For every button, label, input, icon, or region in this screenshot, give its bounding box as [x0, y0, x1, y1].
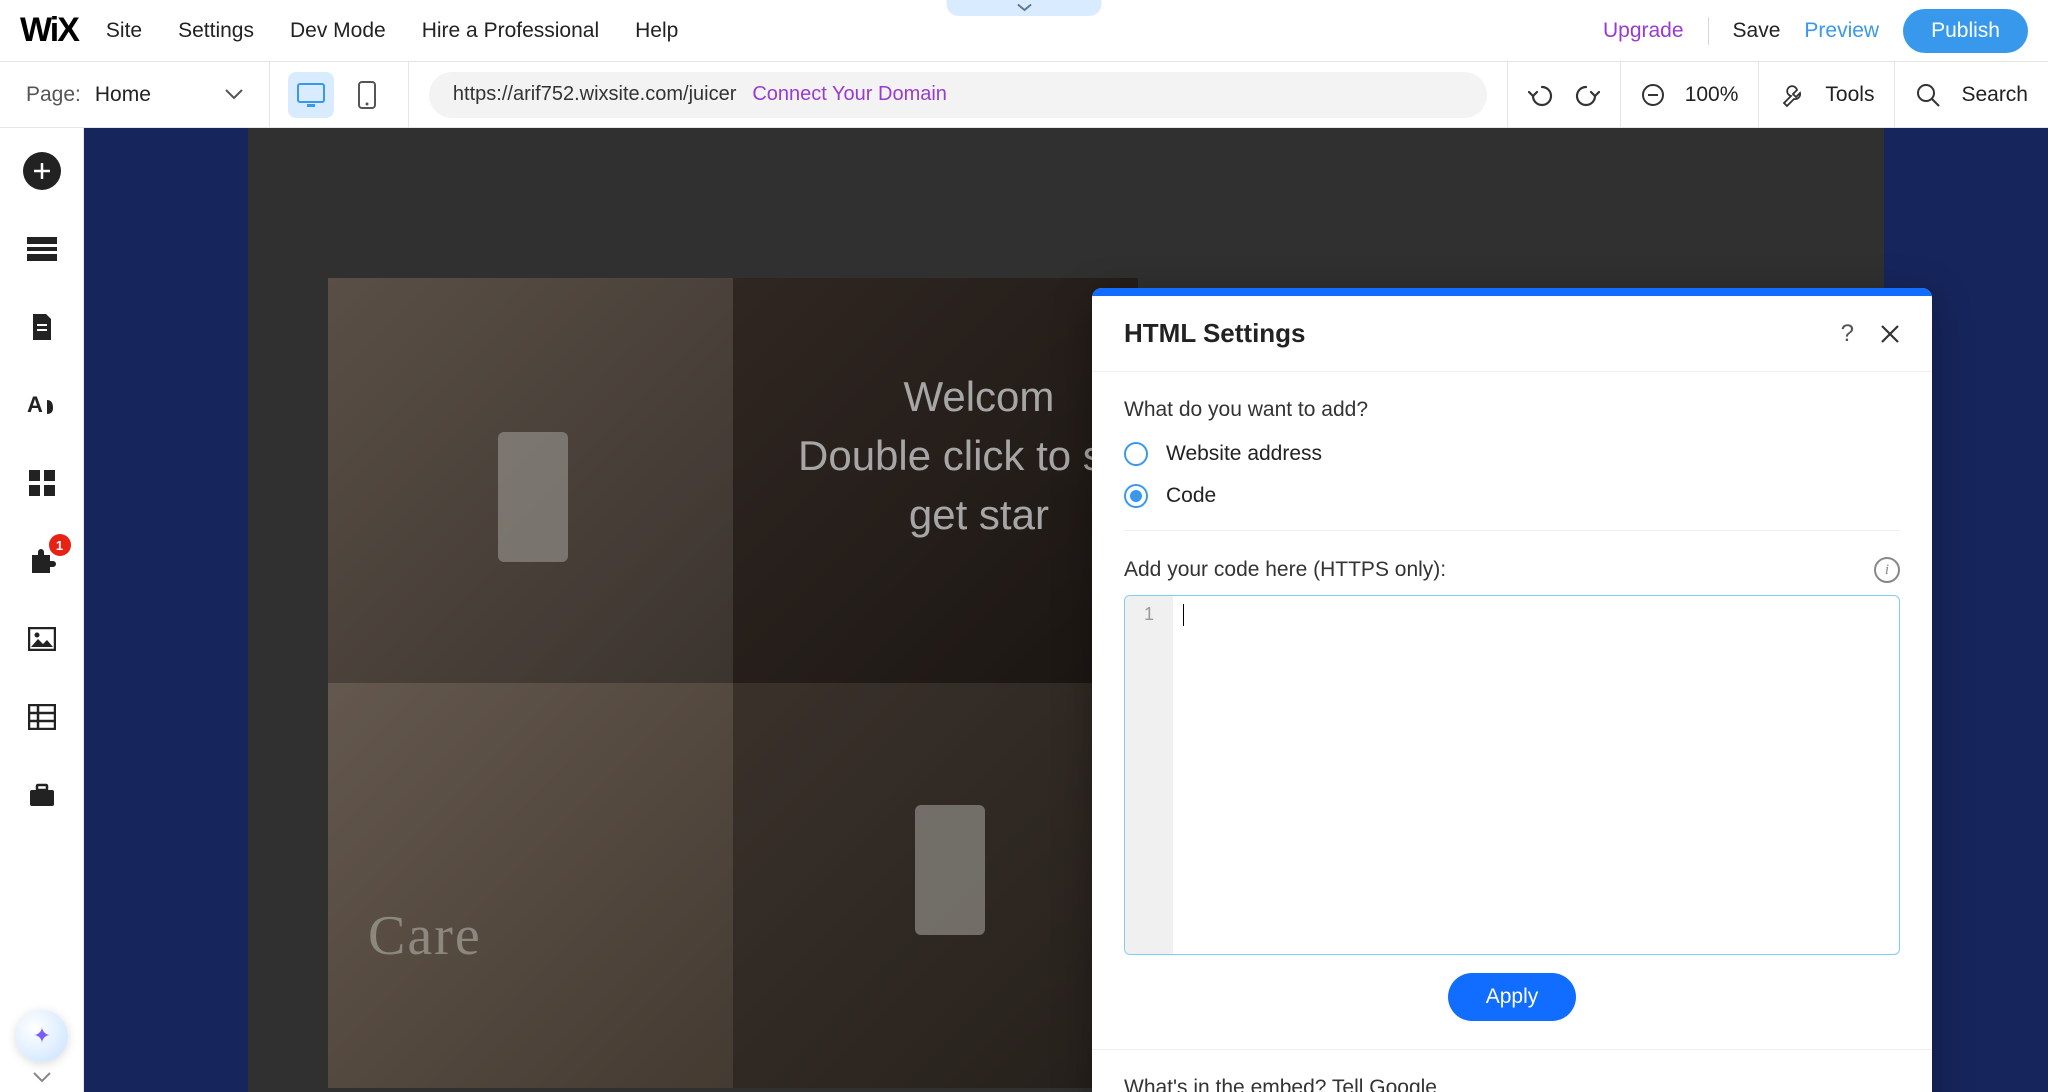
image-icon [28, 627, 56, 651]
help-icon[interactable]: ? [1841, 320, 1854, 348]
code-textarea[interactable] [1173, 596, 1899, 954]
divider [1708, 17, 1709, 45]
preview-button[interactable]: Preview [1804, 19, 1879, 43]
page-icon [30, 312, 54, 342]
sections-button[interactable] [23, 230, 61, 268]
main-menu: Site Settings Dev Mode Hire a Profession… [106, 19, 678, 43]
divider [1124, 530, 1900, 531]
pages-button[interactable] [23, 308, 61, 346]
device-switch [270, 62, 409, 127]
media-button[interactable] [23, 620, 61, 658]
panel-title: HTML Settings [1124, 318, 1306, 349]
panel-header: HTML Settings ? [1092, 296, 1932, 372]
svg-text:A: A [27, 392, 43, 417]
apply-button[interactable]: Apply [1448, 973, 1577, 1021]
menu-dev-mode[interactable]: Dev Mode [290, 19, 386, 43]
html-settings-panel: HTML Settings ? What do you want to add?… [1092, 288, 1932, 1092]
close-icon[interactable] [1880, 324, 1900, 344]
divider [1092, 1049, 1932, 1050]
window-notch[interactable] [947, 0, 1102, 16]
connect-domain-link[interactable]: Connect Your Domain [752, 83, 947, 106]
collapse-sidebar-icon[interactable] [0, 1062, 84, 1092]
mobile-view-button[interactable] [344, 72, 390, 118]
search-icon [1915, 82, 1941, 108]
page-selector[interactable]: Page: Home [0, 62, 270, 127]
wrench-icon [1779, 82, 1805, 108]
page-name: Home [95, 83, 151, 107]
radio-icon-selected [1124, 484, 1148, 508]
radio-label-url: Website address [1166, 442, 1322, 466]
code-editor[interactable]: 1 [1124, 595, 1900, 955]
app-market-button[interactable]: 1 [23, 542, 61, 580]
editor-toolbar: Page: Home https://arif752.wixsite.com/j… [0, 62, 2048, 128]
desktop-view-button[interactable] [288, 72, 334, 118]
search-label: Search [1961, 83, 2028, 107]
menu-help[interactable]: Help [635, 19, 678, 43]
search-button[interactable]: Search [1894, 62, 2048, 127]
menu-settings[interactable]: Settings [178, 19, 254, 43]
zoom-value: 100% [1685, 83, 1739, 107]
url-bar[interactable]: https://arif752.wixsite.com/juicer Conne… [429, 72, 1487, 118]
business-button[interactable] [23, 776, 61, 814]
code-label: Add your code here (HTTPS only): [1124, 558, 1446, 582]
notification-badge: 1 [49, 534, 71, 556]
wix-logo[interactable]: WiX [20, 11, 78, 50]
tools-label: Tools [1825, 83, 1874, 107]
save-button[interactable]: Save [1733, 19, 1781, 43]
ai-assistant-button[interactable] [16, 1010, 68, 1062]
add-element-button[interactable] [23, 152, 61, 190]
line-gutter: 1 [1125, 596, 1173, 954]
sections-icon [27, 237, 57, 261]
menu-site[interactable]: Site [106, 19, 142, 43]
undo-redo-group [1507, 62, 1620, 127]
menu-hire[interactable]: Hire a Professional [422, 19, 599, 43]
apps-grid-button[interactable] [23, 464, 61, 502]
plus-icon [23, 152, 61, 190]
site-url: https://arif752.wixsite.com/juicer [453, 83, 736, 106]
zoom-control[interactable]: 100% [1620, 62, 1759, 127]
left-sidebar: A 1 [0, 128, 84, 1092]
undo-icon[interactable] [1528, 83, 1554, 107]
upgrade-link[interactable]: Upgrade [1603, 19, 1684, 43]
info-icon[interactable]: i [1874, 557, 1900, 583]
publish-button[interactable]: Publish [1903, 9, 2028, 53]
zoom-out-icon [1641, 83, 1665, 107]
redo-icon[interactable] [1574, 83, 1600, 107]
design-button[interactable]: A [23, 386, 61, 424]
cms-button[interactable] [23, 698, 61, 736]
grid-icon [29, 470, 55, 496]
line-number: 1 [1125, 604, 1173, 625]
briefcase-icon [28, 782, 56, 808]
tools-button[interactable]: Tools [1758, 62, 1894, 127]
page-label: Page: [26, 83, 81, 107]
radio-label-code: Code [1166, 484, 1216, 508]
table-icon [28, 704, 56, 730]
design-icon: A [27, 390, 57, 420]
radio-icon [1124, 442, 1148, 466]
workspace: A 1 Care [0, 128, 2048, 1092]
panel-body: What do you want to add? Website address… [1092, 372, 1932, 1092]
chevron-down-icon [225, 89, 243, 100]
radio-website-address[interactable]: Website address [1124, 442, 1900, 466]
add-prompt: What do you want to add? [1124, 398, 1900, 422]
panel-accent-bar [1092, 288, 1932, 296]
embed-question: What's in the embed? Tell Google [1124, 1076, 1900, 1092]
radio-code[interactable]: Code [1124, 484, 1900, 508]
